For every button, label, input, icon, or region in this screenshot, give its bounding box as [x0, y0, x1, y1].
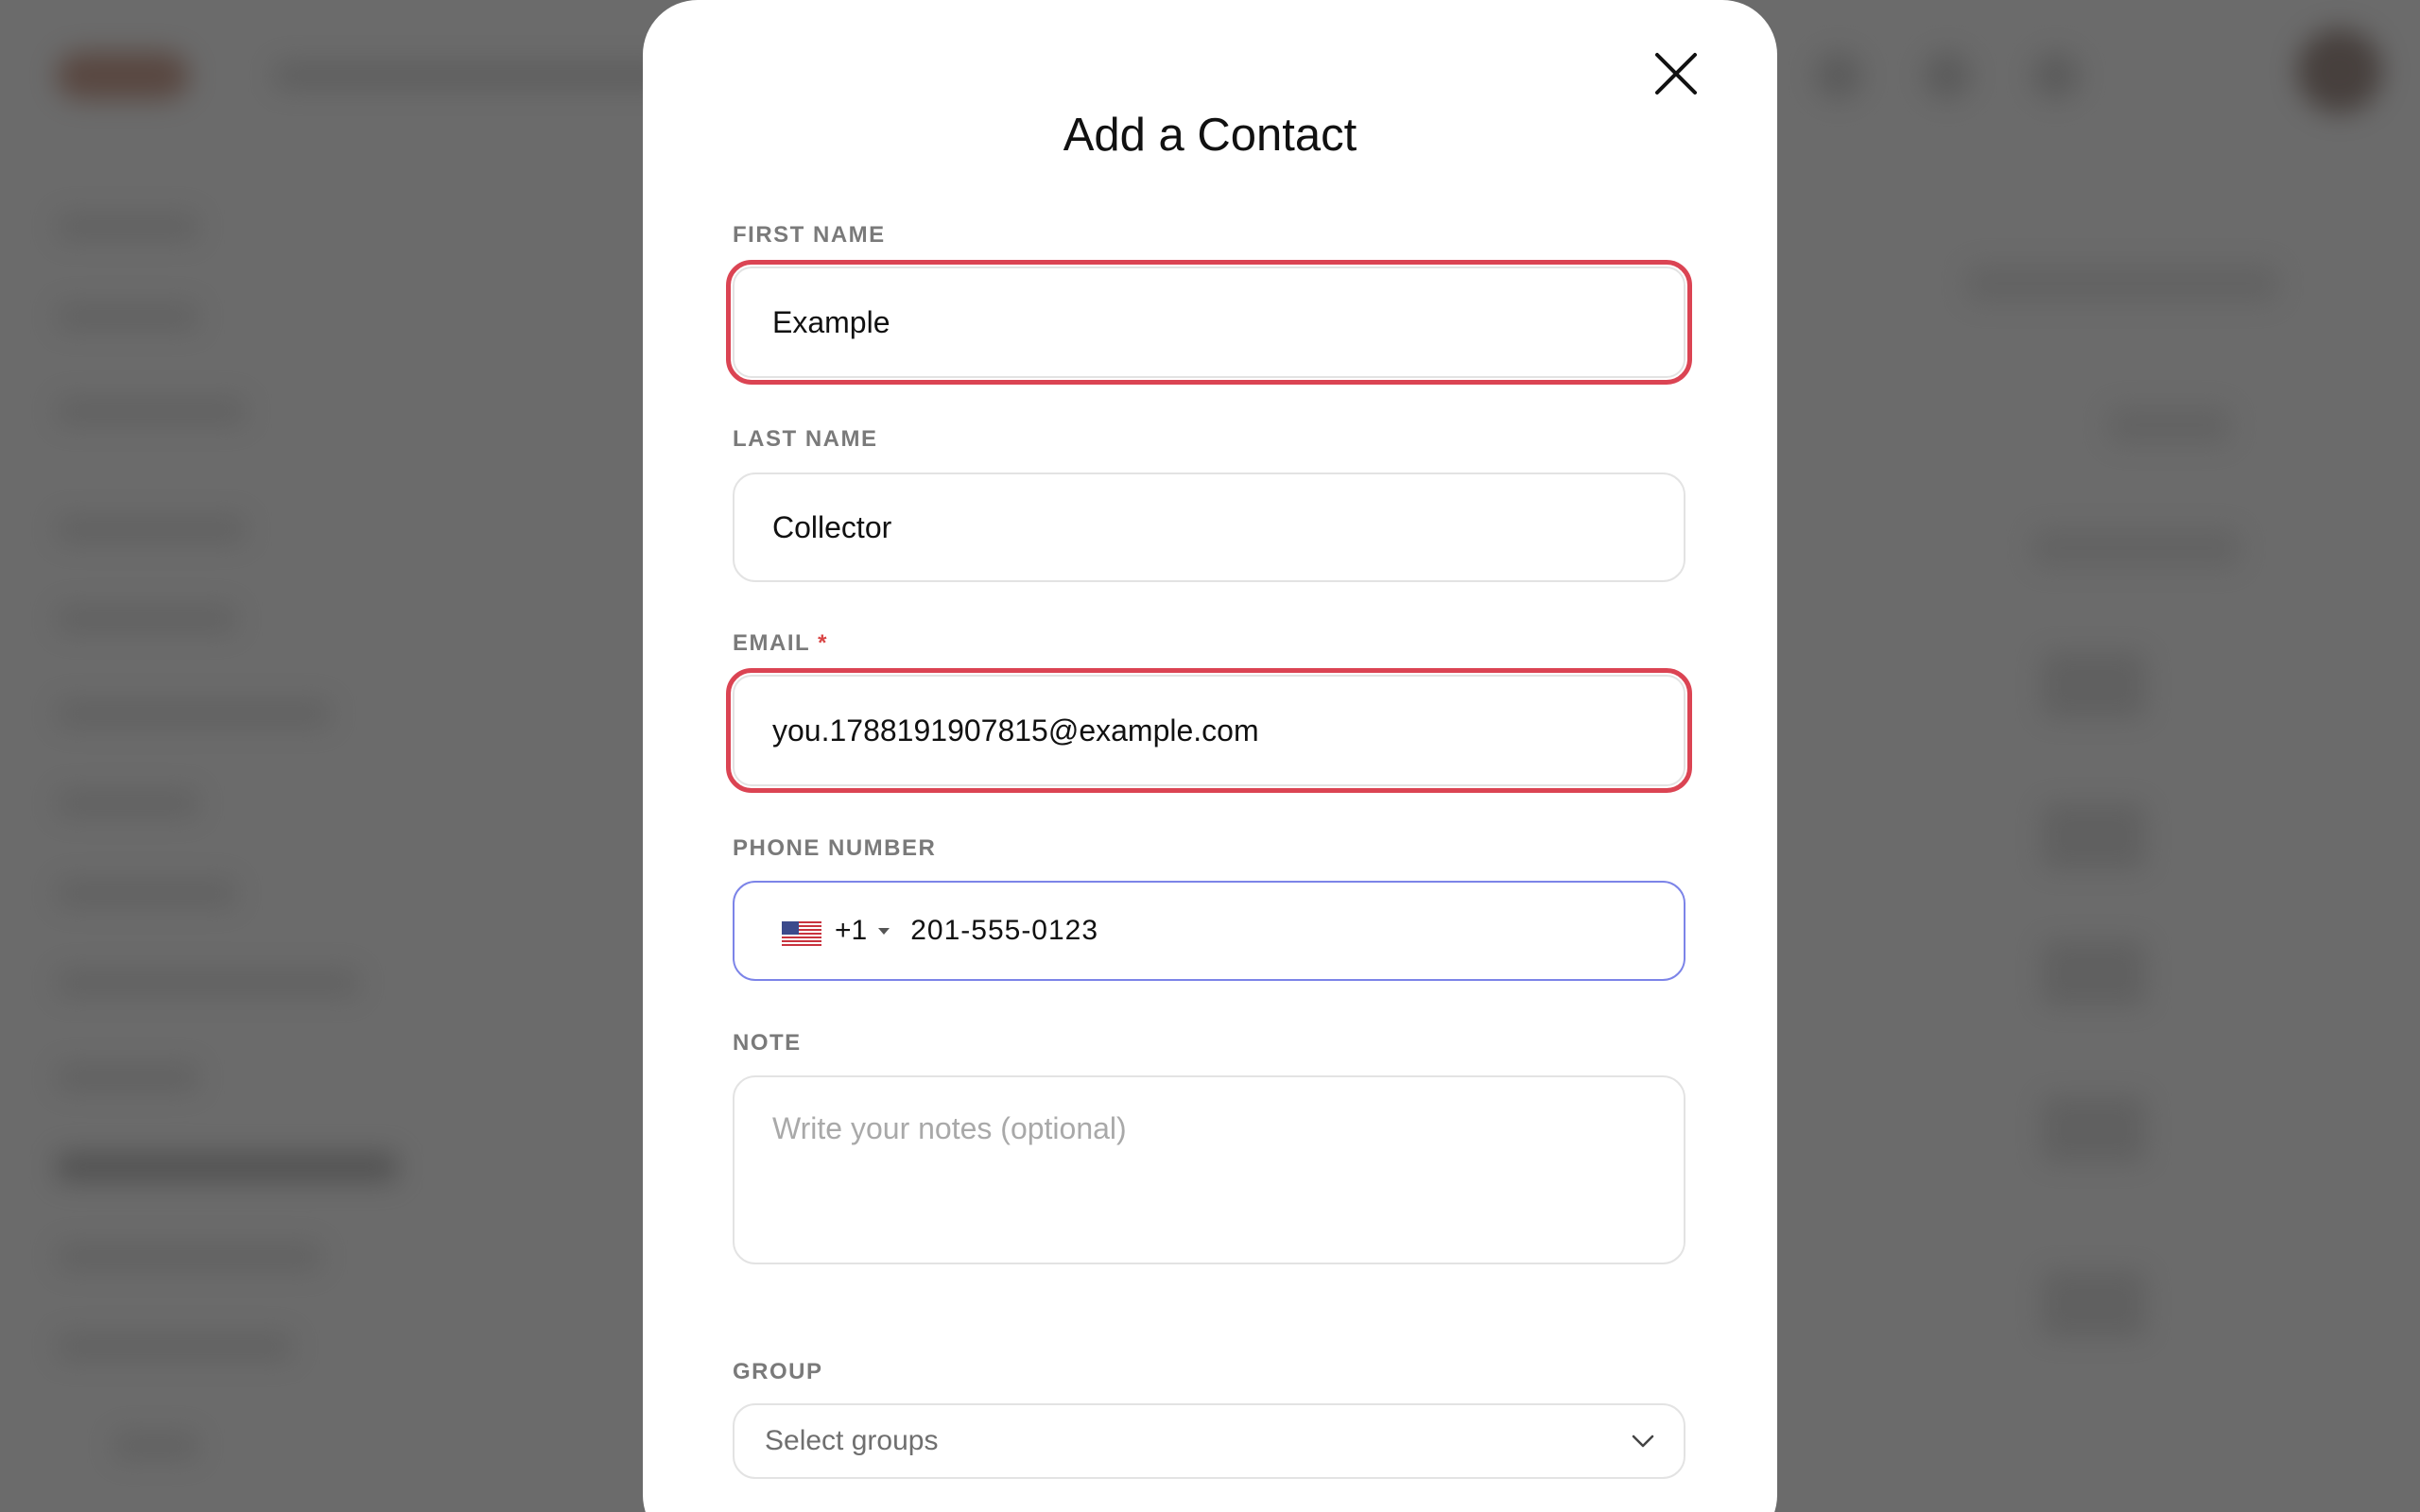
sidebar-item — [57, 302, 199, 331]
first-name-field[interactable]: Example — [726, 260, 1692, 385]
sidebar-item — [57, 605, 236, 633]
sidebar-item — [57, 879, 236, 907]
sidebar-item — [57, 699, 331, 728]
sidebar-item — [57, 515, 246, 543]
note-placeholder: Write your notes (optional) — [772, 1111, 1127, 1145]
sidebar-item — [57, 1063, 199, 1091]
phone-label: PHONE NUMBER — [733, 835, 937, 861]
first-name-value: Example — [772, 304, 890, 339]
top-search-bar — [274, 61, 671, 90]
background-row — [2042, 1096, 2146, 1162]
sidebar-item — [57, 1243, 321, 1271]
email-value: you.1788191907815@example.com — [772, 713, 1259, 747]
group-label: GROUP — [733, 1359, 823, 1384]
group-select-placeholder: Select groups — [765, 1425, 939, 1456]
background-button — [1966, 265, 2278, 302]
close-icon — [1655, 53, 1697, 94]
header-icon — [1924, 52, 1971, 99]
note-label: NOTE — [733, 1030, 802, 1056]
header-icon — [1815, 52, 1862, 99]
us-flag-icon[interactable] — [782, 919, 821, 946]
app-logo — [57, 52, 189, 99]
background-row — [2042, 803, 2146, 869]
user-avatar — [2297, 28, 2382, 113]
background-row — [2042, 940, 2146, 1006]
add-contact-modal: Add a Contact FIRST NAME Example LAST NA… — [643, 0, 1777, 1512]
email-label-text: EMAIL — [733, 630, 811, 656]
background-button — [2032, 529, 2240, 567]
phone-number-value: 201-555-0123 — [910, 915, 1099, 946]
background-row — [2042, 1271, 2146, 1337]
sidebar-item — [113, 1432, 199, 1460]
sidebar-item — [57, 213, 199, 241]
email-label: EMAIL * — [733, 630, 828, 657]
header-icon — [2032, 52, 2080, 99]
sidebar-item — [57, 969, 359, 997]
background-row — [2042, 652, 2146, 718]
modal-title: Add a Contact — [1063, 110, 1357, 161]
phone-field[interactable]: +1 201-555-0123 — [733, 881, 1685, 981]
group-select[interactable]: Select groups — [733, 1403, 1685, 1479]
sidebar-item — [57, 397, 246, 425]
last-name-field[interactable]: Collector — [733, 472, 1685, 582]
background-button — [2108, 406, 2231, 444]
sidebar-item-active — [57, 1153, 397, 1181]
country-dropdown-caret-icon[interactable] — [878, 927, 890, 935]
last-name-value: Collector — [772, 509, 892, 544]
last-name-label: LAST NAME — [733, 426, 878, 452]
email-field[interactable]: you.1788191907815@example.com — [726, 668, 1692, 793]
sidebar-item — [57, 789, 199, 817]
chevron-down-icon — [1632, 1435, 1654, 1448]
first-name-label: FIRST NAME — [733, 222, 886, 248]
note-textarea[interactable]: Write your notes (optional) — [733, 1075, 1685, 1264]
required-indicator: * — [818, 630, 829, 656]
sidebar-item — [57, 1332, 293, 1361]
country-code[interactable]: +1 — [835, 915, 867, 947]
close-button[interactable] — [1638, 36, 1714, 112]
